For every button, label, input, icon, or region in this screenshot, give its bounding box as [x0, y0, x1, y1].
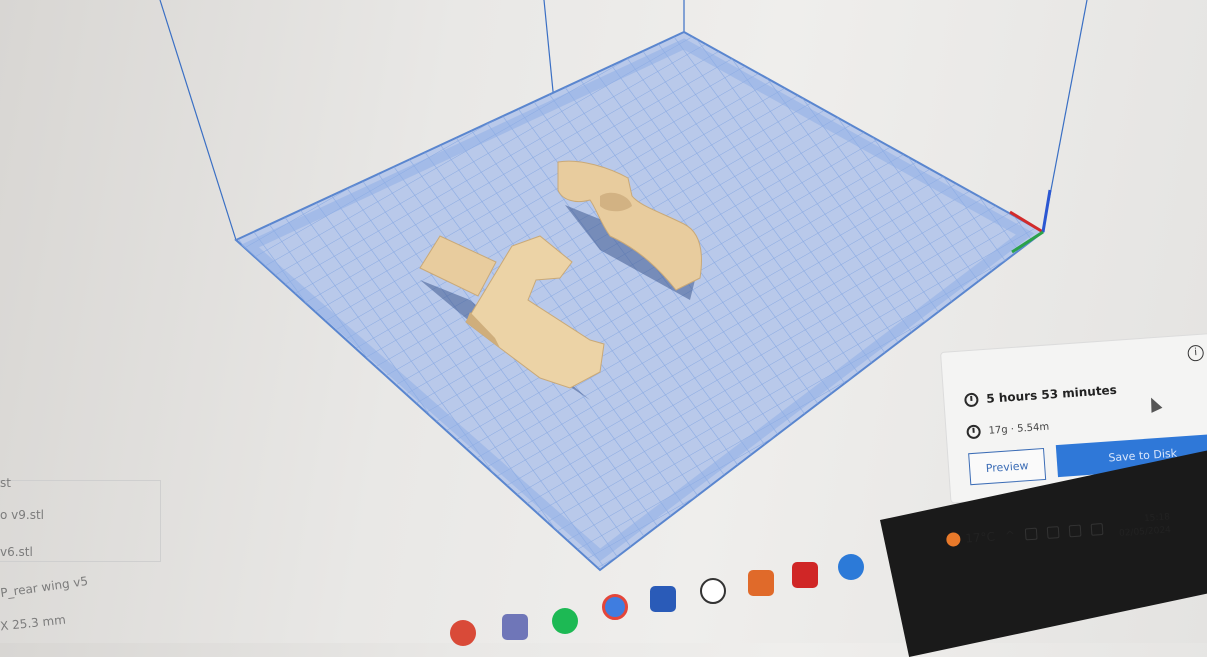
preview-button[interactable]: Preview: [968, 447, 1047, 486]
files-icon[interactable]: [502, 614, 528, 640]
acrobat-icon[interactable]: [792, 562, 818, 588]
office-icon[interactable]: [748, 570, 774, 596]
chevron-up-icon[interactable]: ^: [1004, 528, 1015, 543]
weather-temperature: 17°C: [964, 529, 996, 546]
battery-icon[interactable]: [1024, 527, 1038, 541]
print-time: 5 hours 53 minutes: [985, 382, 1118, 406]
weather-icon: [945, 531, 961, 547]
clock[interactable]: 15:18 02/05/2024: [1118, 511, 1172, 541]
clock-date: 02/05/2024: [1118, 525, 1172, 539]
spotify-icon[interactable]: [552, 608, 578, 634]
material-row: 17g · 5.54m: [966, 420, 1049, 440]
chrome-icon[interactable]: [450, 620, 476, 646]
cura-icon[interactable]: [838, 554, 864, 580]
pen-icon[interactable]: [1090, 523, 1104, 536]
build-plate-grid: [236, 32, 1043, 570]
volume-icon[interactable]: [1068, 524, 1082, 538]
volume-edge-left: [159, 0, 237, 241]
info-icon[interactable]: i: [1187, 344, 1205, 362]
word-icon[interactable]: [650, 586, 676, 612]
axis-z: [1041, 189, 1052, 233]
clock-icon: [963, 392, 979, 408]
whatsapp-icon[interactable]: [700, 578, 726, 604]
material-usage: 17g · 5.54m: [988, 421, 1050, 437]
print-time-row: 5 hours 53 minutes: [963, 382, 1118, 408]
chrome-icon[interactable]: [602, 594, 628, 620]
object-list-header: st: [0, 476, 11, 490]
network-icon[interactable]: [1046, 526, 1060, 539]
spool-icon: [966, 424, 982, 440]
weather-widget[interactable]: 17°C: [945, 529, 996, 547]
